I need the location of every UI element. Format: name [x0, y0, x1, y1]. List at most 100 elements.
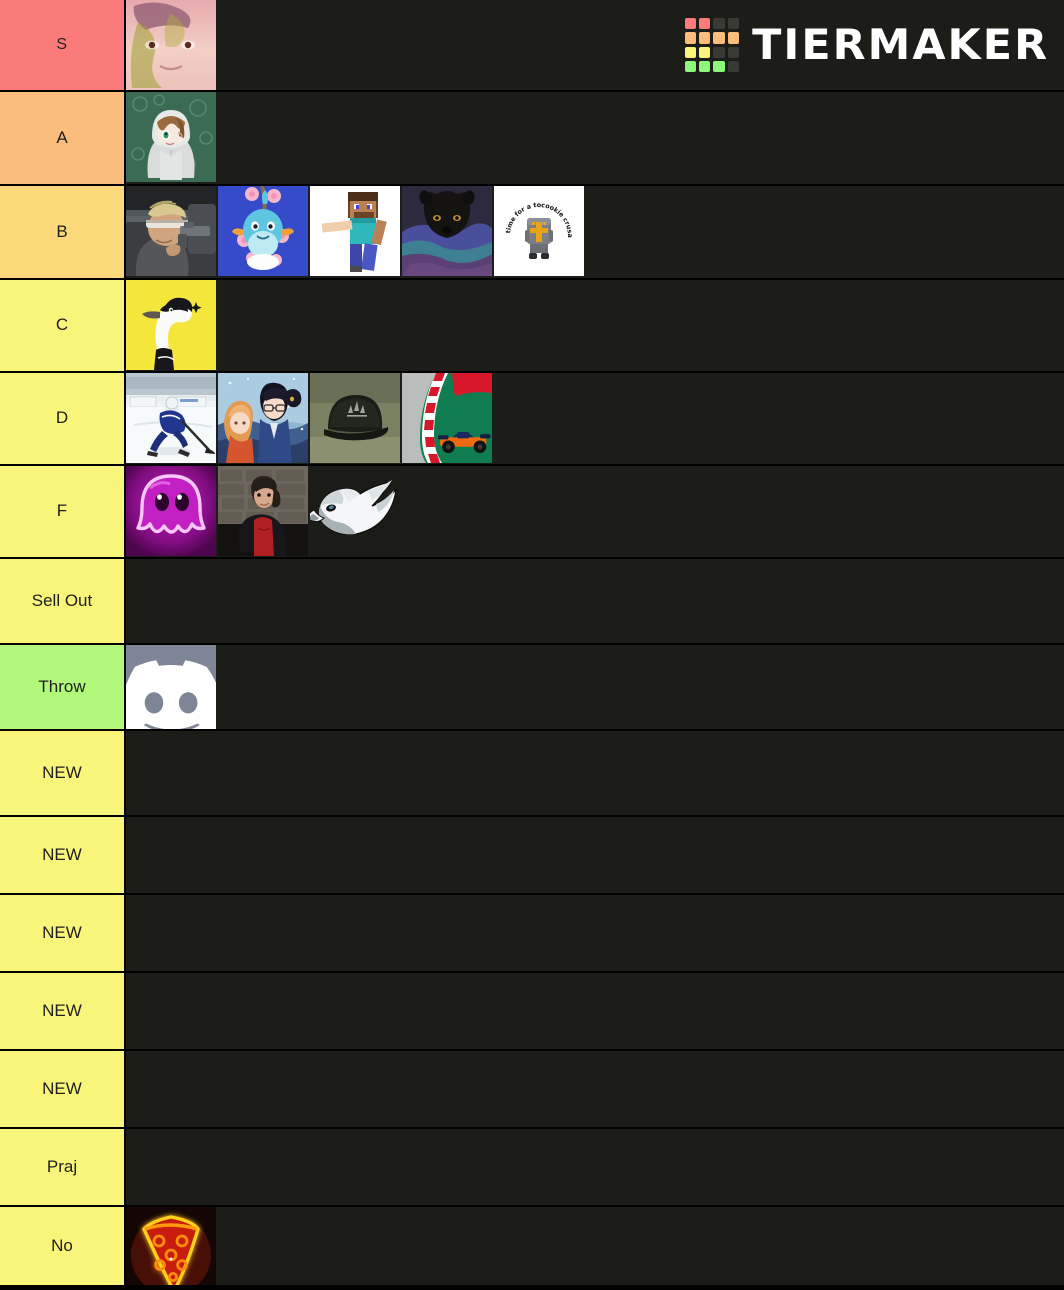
tier-label-text: D [55, 408, 69, 428]
tier-item-neon-pizza-sign[interactable] [126, 1207, 216, 1285]
tier-item-adidas-snapback-cap[interactable] [310, 373, 400, 463]
tier-item-mclaren-f1-car[interactable] [402, 373, 492, 463]
tier-item-goose-illustration[interactable] [126, 280, 216, 370]
tier-item-glitched-portrait[interactable] [126, 0, 216, 90]
logo-cell-0-0 [684, 18, 697, 30]
tier-label-text: NEW [42, 844, 82, 864]
anime-gunman-image [126, 186, 216, 276]
tier-label-text: Throw [38, 676, 86, 696]
anime-couple-snow-image [218, 373, 308, 463]
tier-row: NEW [0, 973, 1064, 1051]
philadelphia-eagles-logo-image [310, 466, 400, 556]
tier-label-text: B [56, 221, 68, 241]
tier-label-praj[interactable]: Praj [0, 1129, 126, 1205]
logo-cell-3-3 [727, 60, 739, 72]
tier-items-a[interactable] [126, 92, 1064, 184]
tier-items-new[interactable] [126, 1051, 1064, 1127]
tier-item-philadelphia-eagles-logo[interactable] [310, 466, 400, 556]
logo-cell-0-3 [727, 18, 739, 30]
tier-label-new[interactable]: NEW [0, 895, 126, 971]
tier-items-b[interactable]: it's time for a tocookie crusade [126, 186, 1064, 278]
mudkip-sticker-image [218, 186, 308, 276]
tiermaker-logo-grid [684, 18, 739, 72]
tier-item-anime-couple-snow[interactable] [218, 373, 308, 463]
tier-row: B time for a tocookie crusa [0, 186, 1064, 280]
tier-items-new[interactable] [126, 973, 1064, 1049]
adidas-snapback-cap-image [310, 373, 400, 463]
logo-cell-2-2 [713, 46, 725, 58]
tier-label-c[interactable]: C [0, 280, 126, 371]
tier-label-text: No [51, 1235, 73, 1255]
tier-label-b[interactable]: B [0, 186, 126, 278]
tier-item-hooded-anime-character[interactable] [126, 92, 216, 182]
tier-row: C [0, 280, 1064, 373]
tier-label-text: F [56, 501, 68, 521]
tier-items-sell-out[interactable] [126, 559, 1064, 643]
tier-label-new[interactable]: NEW [0, 817, 126, 893]
tier-label-text: NEW [42, 1000, 82, 1020]
tier-label-new[interactable]: NEW [0, 973, 126, 1049]
tier-row: Throw [0, 645, 1064, 731]
neon-pizza-sign-image [126, 1207, 216, 1285]
tier-label-text: Praj [46, 1156, 78, 1176]
tier-row: D [0, 373, 1064, 466]
tier-label-d[interactable]: D [0, 373, 126, 464]
tier-items-new[interactable] [126, 895, 1064, 971]
tier-item-minecraft-steve[interactable] [310, 186, 400, 276]
tier-row: F [0, 466, 1064, 559]
tier-items-praj[interactable] [126, 1129, 1064, 1205]
tier-row: NEW [0, 1051, 1064, 1129]
glitched-portrait-svg [126, 0, 216, 90]
tier-item-purple-ghost-logo[interactable] [126, 466, 216, 556]
tier-item-crusader-meme[interactable]: it's time for a tocookie crusade [494, 186, 584, 276]
tier-items-c[interactable] [126, 280, 1064, 371]
discord-logo-image [126, 645, 216, 729]
tier-items-throw[interactable] [126, 645, 1064, 729]
tier-items-d[interactable] [126, 373, 1064, 464]
tier-row: A [0, 92, 1064, 186]
tierlist-header: S TIERMAKER [0, 0, 1064, 92]
tier-row: NEW [0, 895, 1064, 973]
ice-hockey-player-image [126, 373, 216, 463]
tier-label-a[interactable]: A [0, 92, 126, 184]
tier-items-new[interactable] [126, 817, 1064, 893]
minecraft-steve-image [310, 186, 400, 276]
logo-cell-2-3 [727, 46, 739, 58]
tier-row: No [0, 1207, 1064, 1287]
tiermaker-wordmark: TIERMAKER [751, 20, 1049, 69]
tier-label-text: S [56, 36, 68, 53]
tier-label-sell-out[interactable]: Sell Out [0, 559, 126, 643]
tier-row: Sell Out [0, 559, 1064, 645]
logo-cell-1-0 [684, 32, 697, 44]
logo-cell-3-1 [699, 60, 711, 72]
logo-cell-1-1 [699, 32, 711, 44]
tier-row: NEW [0, 731, 1064, 817]
tier-rows-container: A B time for a tocookie crusa C D F Sell… [0, 92, 1064, 1287]
tier-items-new[interactable] [126, 731, 1064, 815]
glitched-portrait-image [126, 0, 216, 90]
tier-row: Praj [0, 1129, 1064, 1207]
tier-item-anime-gunman[interactable] [126, 186, 216, 276]
tier-item-discord-logo[interactable] [126, 645, 216, 729]
tier-label-no[interactable]: No [0, 1207, 126, 1285]
dog-in-blanket-image [402, 186, 492, 276]
tier-item-mudkip-sticker[interactable] [218, 186, 308, 276]
tier-label-text: NEW [42, 762, 82, 782]
mclaren-f1-car-image [402, 373, 492, 463]
tier-item-dog-in-blanket[interactable] [402, 186, 492, 276]
tier-label-new[interactable]: NEW [0, 731, 126, 815]
purple-ghost-logo-image [126, 466, 216, 556]
tier-item-person-red-hoodie[interactable] [218, 466, 308, 556]
logo-cell-2-0 [684, 46, 697, 58]
tier-item-ice-hockey-player[interactable] [126, 373, 216, 463]
tier-label-new[interactable]: NEW [0, 1051, 126, 1127]
tier-label-throw[interactable]: Throw [0, 645, 126, 729]
tier-label-f[interactable]: F [0, 466, 126, 557]
tiermaker-brand: TIERMAKER [684, 18, 1049, 72]
tier-items-no[interactable] [126, 1207, 1064, 1285]
logo-cell-0-2 [713, 18, 725, 30]
tier-label-text: C [55, 315, 69, 335]
tier-label-text: Sell Out [31, 590, 93, 610]
tier-label-s[interactable]: S [0, 0, 126, 90]
tier-items-f[interactable] [126, 466, 1064, 557]
